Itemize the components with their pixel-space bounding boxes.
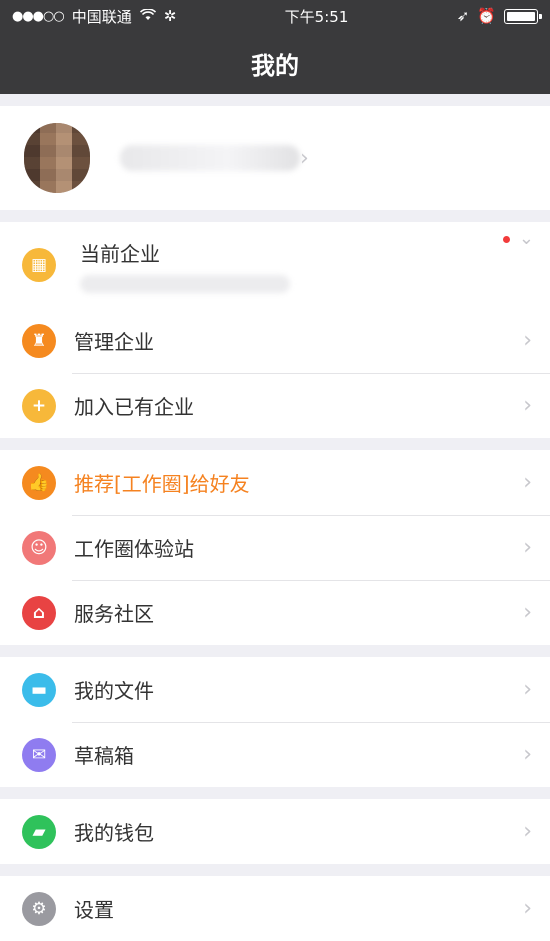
my-wallet-icon: ▰ [22,814,56,849]
menu-item-label: 加入已有企业 [74,395,194,419]
chevron-right-icon: › [523,328,532,353]
carrier-label: 中国联通 [71,7,132,26]
battery-icon [503,8,542,24]
chevron-right-icon: › [523,742,532,767]
chevron-right-icon: › [523,896,532,921]
experience-station-icon: ☺ [22,530,56,565]
menu-item-label: 推荐[工作圈]给好友 [74,472,250,496]
current-company-row[interactable]: ▦ 当前企业 ⌄ [0,222,550,308]
activity-icon: ✲ [163,7,177,25]
chevron-right-icon: › [523,600,532,625]
menu-item-label: 我的文件 [74,679,154,703]
menu-item-label: 管理企业 [74,330,154,354]
chevron-right-icon: › [300,145,309,171]
service-community-icon: ⌂ [22,595,56,630]
top-bar: ●●●○○ 中国联通 ✲ 下午5:51 ➶ ⏰ 我的 [0,0,550,94]
building-icon: ▦ [22,248,56,282]
menu-item-label: 工作圈体验站 [74,537,194,561]
chevron-down-icon[interactable]: ⌄ [519,228,534,249]
menu-item-settings[interactable]: ⚙ 设置 › [0,876,550,941]
menu-item-my-wallet[interactable]: ▰ 我的钱包 › [0,799,550,864]
join-company-icon: + [22,388,56,423]
notification-dot [503,236,510,243]
menu-item-label: 服务社区 [74,602,154,626]
avatar [24,123,90,193]
menu-item-drafts[interactable]: ✉ 草稿箱 › [0,722,550,787]
recommend-friends-icon: 👍 [22,465,56,500]
chevron-right-icon: › [523,535,532,560]
my-files-icon: ▬ [22,672,56,707]
menu-item-label: 设置 [74,898,114,922]
nav-bar: 我的 [0,32,550,94]
menu-item-service-community[interactable]: ⌂ 服务社区 › [0,580,550,645]
menu-group: ▰ 我的钱包 › [0,799,550,864]
chevron-right-icon: › [523,470,532,495]
alarm-icon: ⏰ [477,7,496,25]
menu-group: ▬ 我的文件 › ✉ 草稿箱 › [0,657,550,787]
menu-group: 👍 推荐[工作圈]给好友 › ☺ 工作圈体验站 › ⌂ 服务社区 › [0,450,550,645]
menu-item-manage-company[interactable]: ♜ 管理企业 › [0,308,550,373]
menu-item-experience-station[interactable]: ☺ 工作圈体验站 › [0,515,550,580]
chevron-right-icon: › [523,677,532,702]
drafts-icon: ✉ [22,737,56,772]
page-title: 我的 [251,51,299,80]
chevron-right-icon: › [523,393,532,418]
company-name-blurred [80,274,290,293]
menu-item-label: 我的钱包 [74,821,154,845]
chevron-right-icon: › [523,819,532,844]
menu-item-join-company[interactable]: + 加入已有企业 › [0,373,550,438]
status-bar: ●●●○○ 中国联通 ✲ 下午5:51 ➶ ⏰ [0,0,550,32]
wifi-icon [139,7,156,25]
location-icon: ➶ [456,7,470,25]
manage-company-icon: ♜ [22,323,56,358]
profile-row[interactable]: › [0,106,550,210]
signal-icon: ●●●○○ [12,8,65,24]
menu-item-recommend-friends[interactable]: 👍 推荐[工作圈]给好友 › [0,450,550,515]
menu-item-label: 草稿箱 [74,744,134,768]
menu-item-my-files[interactable]: ▬ 我的文件 › [0,657,550,722]
menu-group: ⚙ 设置 › [0,876,550,941]
company-group: ▦ 当前企业 ⌄ ♜ 管理企业 › + 加入已有企业 › [0,222,550,438]
clock: 下午5:51 [284,7,349,26]
settings-icon: ⚙ [22,891,56,926]
current-company-label: 当前企业 [80,241,160,266]
user-name-blurred [120,145,300,171]
